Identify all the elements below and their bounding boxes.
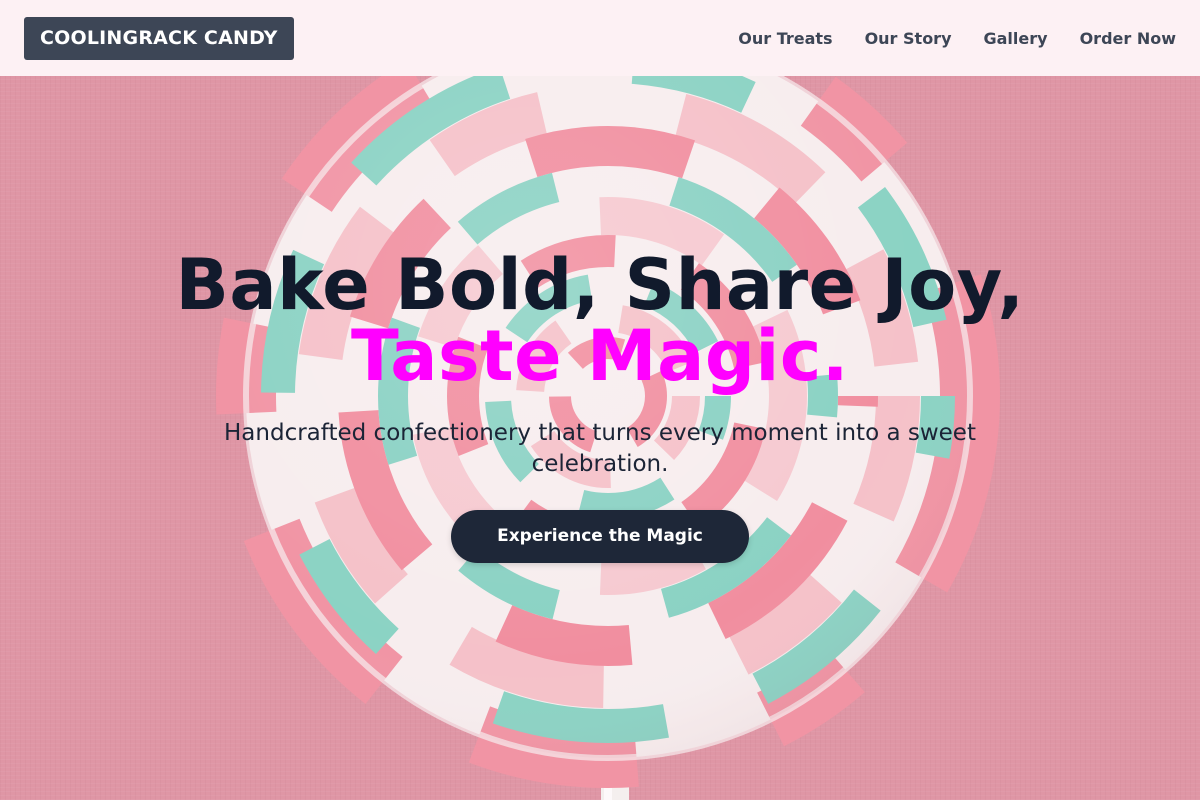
- hero-title: Bake Bold, Share Joy, Taste Magic.: [0, 244, 1200, 397]
- hero-title-accent: Taste Magic.: [350, 315, 850, 397]
- main-nav: Our Treats Our Story Gallery Order Now: [738, 29, 1176, 48]
- hero-title-line-1: Bake Bold, Share Joy,: [175, 244, 1025, 326]
- hero-section: Bake Bold, Share Joy, Taste Magic. Handc…: [0, 248, 1200, 563]
- nav-link-gallery[interactable]: Gallery: [984, 29, 1048, 48]
- nav-link-order-now[interactable]: Order Now: [1080, 29, 1176, 48]
- brand-logo-button[interactable]: COOLINGRACK CANDY: [24, 16, 294, 60]
- experience-the-magic-button[interactable]: Experience the Magic: [451, 510, 749, 563]
- site-header: COOLINGRACK CANDY Our Treats Our Story G…: [0, 0, 1200, 76]
- nav-link-our-story[interactable]: Our Story: [865, 29, 952, 48]
- nav-link-our-treats[interactable]: Our Treats: [738, 29, 832, 48]
- hero-subtitle: Handcrafted confectionery that turns eve…: [224, 420, 976, 477]
